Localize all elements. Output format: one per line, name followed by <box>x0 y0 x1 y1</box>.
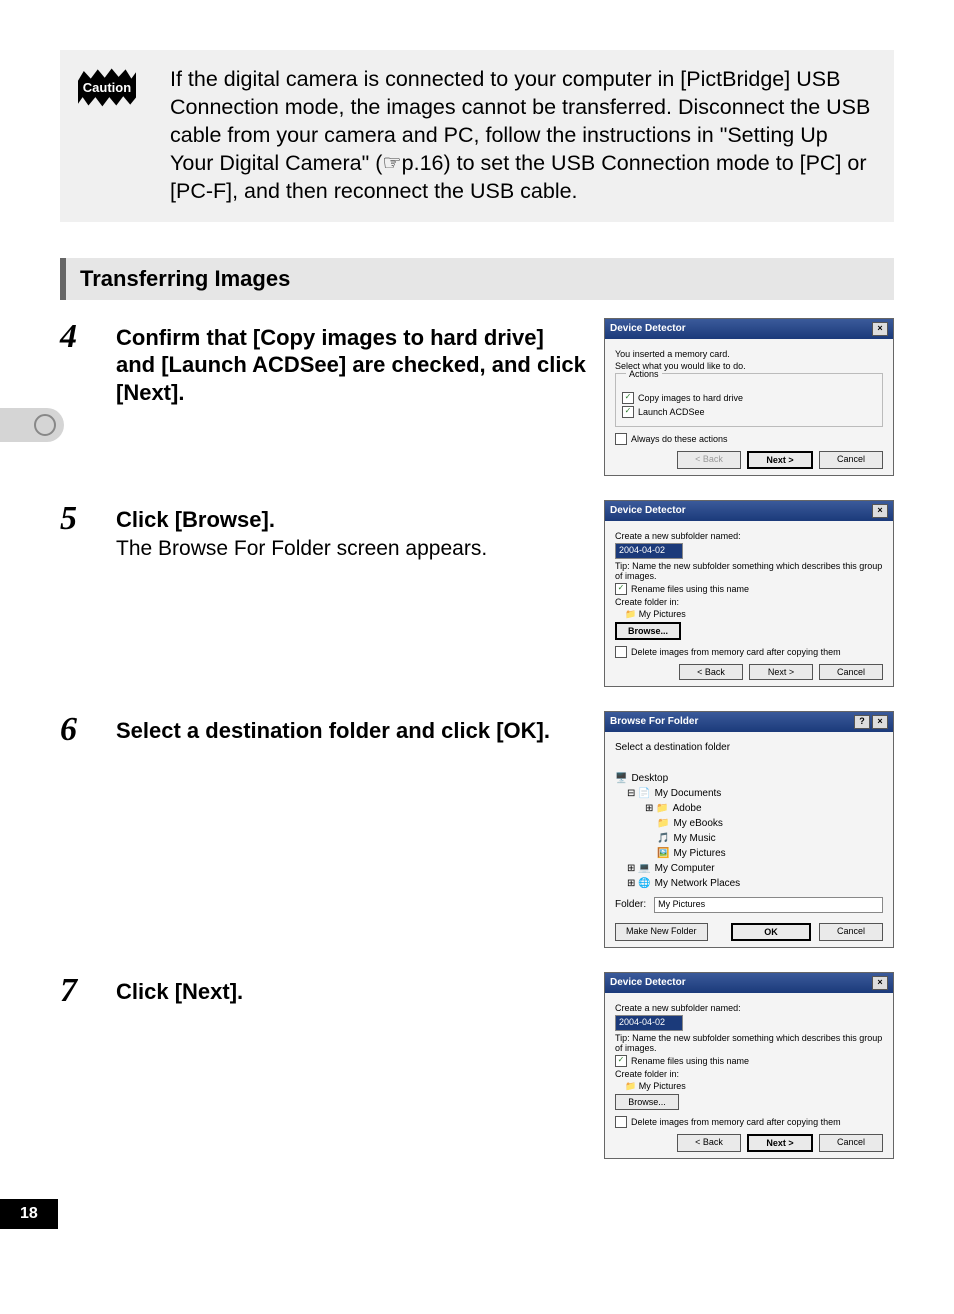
step-number: 4 <box>60 318 116 356</box>
checkbox-label: Rename files using this name <box>631 584 749 594</box>
checkbox-always[interactable] <box>615 433 627 445</box>
tree-node[interactable]: Adobe <box>673 801 702 816</box>
dialog-title: Browse For Folder <box>610 716 698 727</box>
back-button[interactable]: < Back <box>677 1134 741 1152</box>
page-number: 18 <box>0 1199 58 1229</box>
cancel-button[interactable]: Cancel <box>819 923 883 941</box>
section-title: Transferring Images <box>60 258 894 300</box>
page-tab <box>0 408 64 442</box>
browse-button[interactable]: Browse... <box>615 622 681 640</box>
dialog-device-detector-1: Device Detector × You inserted a memory … <box>604 318 894 476</box>
tree-node[interactable]: My eBooks <box>673 816 722 831</box>
subfolder-name-input[interactable]: 2004-04-02 <box>615 543 683 559</box>
close-icon[interactable]: × <box>872 976 888 990</box>
checkbox-label: Delete images from memory card after cop… <box>631 647 841 657</box>
step-heading: Click [Next]. <box>116 978 586 1006</box>
step-subtext: The Browse For Folder screen appears. <box>116 537 586 561</box>
checkbox-label: Launch ACDSee <box>638 407 705 417</box>
step-number: 6 <box>60 711 116 749</box>
dialog-device-detector-2: Device Detector × Create a new subfolder… <box>604 500 894 687</box>
checkbox-delete[interactable] <box>615 1116 627 1128</box>
cancel-button[interactable]: Cancel <box>819 451 883 469</box>
close-icon[interactable]: × <box>872 322 888 336</box>
dialog-title: Device Detector <box>610 977 686 988</box>
tree-node[interactable]: My Pictures <box>673 846 725 861</box>
folder-tree[interactable]: 🖥️ Desktop ⊟ 📄 My Documents ⊞ 📁 Adobe 📁 … <box>615 771 883 891</box>
tree-node[interactable]: My Computer <box>655 861 715 876</box>
dialog-device-detector-3: Device Detector × Create a new subfolder… <box>604 972 894 1159</box>
next-button[interactable]: Next > <box>749 664 813 680</box>
dialog-text: You inserted a memory card. <box>615 349 883 359</box>
dialog-tip: Tip: Name the new subfolder something wh… <box>615 561 883 581</box>
dialog-browse-for-folder: Browse For Folder ?× Select a destinatio… <box>604 711 894 948</box>
checkbox-label: Always do these actions <box>631 434 728 444</box>
dialog-tip: Tip: Name the new subfolder something wh… <box>615 1033 883 1053</box>
next-button[interactable]: Next > <box>747 451 813 469</box>
back-button[interactable]: < Back <box>679 664 743 680</box>
checkbox-rename[interactable] <box>615 1055 627 1067</box>
dialog-text: Create a new subfolder named: <box>615 1003 883 1013</box>
browse-button[interactable]: Browse... <box>615 1094 679 1110</box>
tree-node[interactable]: My Music <box>673 831 715 846</box>
checkbox-launch-acdsee[interactable] <box>622 406 634 418</box>
checkbox-label: Copy images to hard drive <box>638 393 743 403</box>
help-icon[interactable]: ? <box>854 715 870 729</box>
step-heading: Click [Browse]. <box>116 506 586 534</box>
folder-label: Folder: <box>615 899 646 910</box>
checkbox-label: Delete images from memory card after cop… <box>631 1117 841 1127</box>
dialog-text: Create folder in: <box>615 1069 883 1079</box>
folder-input[interactable]: My Pictures <box>654 897 883 913</box>
step-heading: Select a destination folder and click [O… <box>116 717 586 745</box>
group-label: Actions <box>626 369 662 379</box>
checkbox-delete[interactable] <box>615 646 627 658</box>
close-icon[interactable]: × <box>872 504 888 518</box>
dialog-text: Create folder in: <box>615 597 883 607</box>
dialog-instruction: Select a destination folder <box>615 742 883 753</box>
tree-node[interactable]: Desktop <box>631 771 668 786</box>
folder-path: My Pictures <box>639 609 686 619</box>
next-button[interactable]: Next > <box>747 1134 813 1152</box>
ok-button[interactable]: OK <box>731 923 811 941</box>
subfolder-name-input[interactable]: 2004-04-02 <box>615 1015 683 1031</box>
dialog-title: Device Detector <box>610 323 686 334</box>
make-new-folder-button[interactable]: Make New Folder <box>615 923 708 941</box>
checkbox-rename[interactable] <box>615 583 627 595</box>
close-icon[interactable]: × <box>872 715 888 729</box>
checkbox-copy-images[interactable] <box>622 392 634 404</box>
step-number: 5 <box>60 500 116 538</box>
dialog-title: Device Detector <box>610 505 686 516</box>
dialog-text: Create a new subfolder named: <box>615 531 883 541</box>
step-number: 7 <box>60 972 116 1010</box>
folder-path: My Pictures <box>639 1081 686 1091</box>
step-heading: Confirm that [Copy images to hard drive]… <box>116 324 586 407</box>
caution-box: Caution If the digital camera is connect… <box>60 50 894 222</box>
back-button: < Back <box>677 451 741 469</box>
caution-text: If the digital camera is connected to yo… <box>170 66 874 206</box>
caution-badge: Caution <box>78 66 136 108</box>
cancel-button[interactable]: Cancel <box>819 1134 883 1152</box>
tree-node[interactable]: My Network Places <box>655 876 741 891</box>
cancel-button[interactable]: Cancel <box>819 664 883 680</box>
checkbox-label: Rename files using this name <box>631 1056 749 1066</box>
tree-node[interactable]: My Documents <box>655 786 722 801</box>
